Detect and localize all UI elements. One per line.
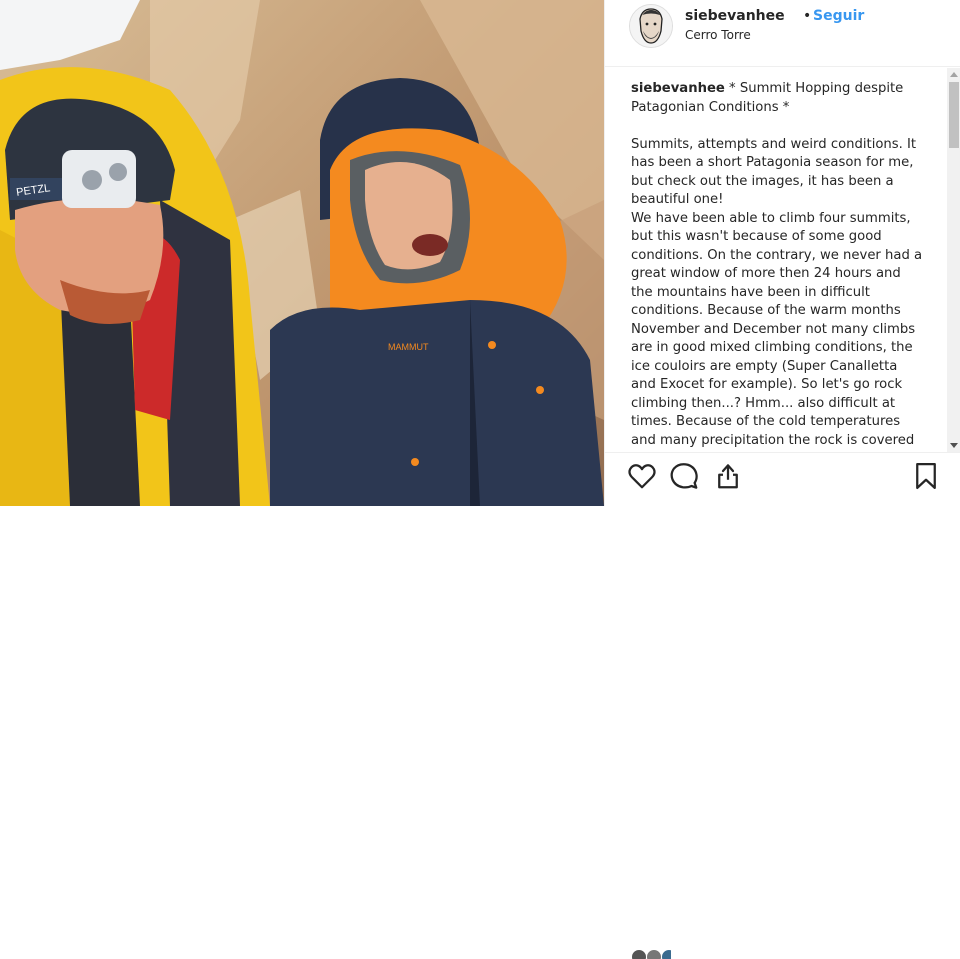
follow-button[interactable]: Seguir: [813, 8, 864, 24]
avatar-portrait: [630, 5, 672, 47]
post-location[interactable]: Cerro Torre: [685, 28, 751, 42]
liker-avatar: [646, 949, 663, 959]
scrollbar-thumb[interactable]: [949, 82, 959, 148]
liker-avatar: [661, 949, 672, 959]
post-sidebar: siebevanhee • Seguir Cerro Torre siebeva…: [604, 0, 960, 959]
share-icon[interactable]: [713, 461, 743, 491]
instagram-post-view: PETZL MAMMUT siebevanhee • Seguir Cerro …: [0, 0, 960, 959]
heart-icon[interactable]: [627, 461, 657, 491]
avatar[interactable]: [629, 4, 673, 48]
likes-avatars[interactable]: [631, 949, 672, 959]
comment-icon[interactable]: [669, 461, 699, 491]
caption-username[interactable]: siebevanhee: [631, 81, 725, 96]
caption: siebevanhee * Summit Hopping despite Pat…: [631, 80, 923, 450]
separator-dot: •: [803, 8, 812, 24]
post-username[interactable]: siebevanhee: [685, 8, 785, 24]
action-bar: [605, 452, 960, 959]
scroll-up-arrow-icon[interactable]: [950, 72, 958, 77]
bookmark-icon[interactable]: [911, 461, 941, 491]
jacket-brand-text: MAMMUT: [388, 342, 429, 352]
caption-scrollbar[interactable]: [947, 68, 960, 452]
liker-avatar: [631, 949, 647, 959]
scroll-down-arrow-icon[interactable]: [950, 443, 958, 448]
photo-illustration: PETZL MAMMUT: [0, 0, 604, 506]
post-photo[interactable]: PETZL MAMMUT: [0, 0, 604, 506]
post-header: siebevanhee • Seguir Cerro Torre: [605, 0, 960, 67]
caption-text: * Summit Hopping despite Patagonian Cond…: [631, 81, 923, 448]
